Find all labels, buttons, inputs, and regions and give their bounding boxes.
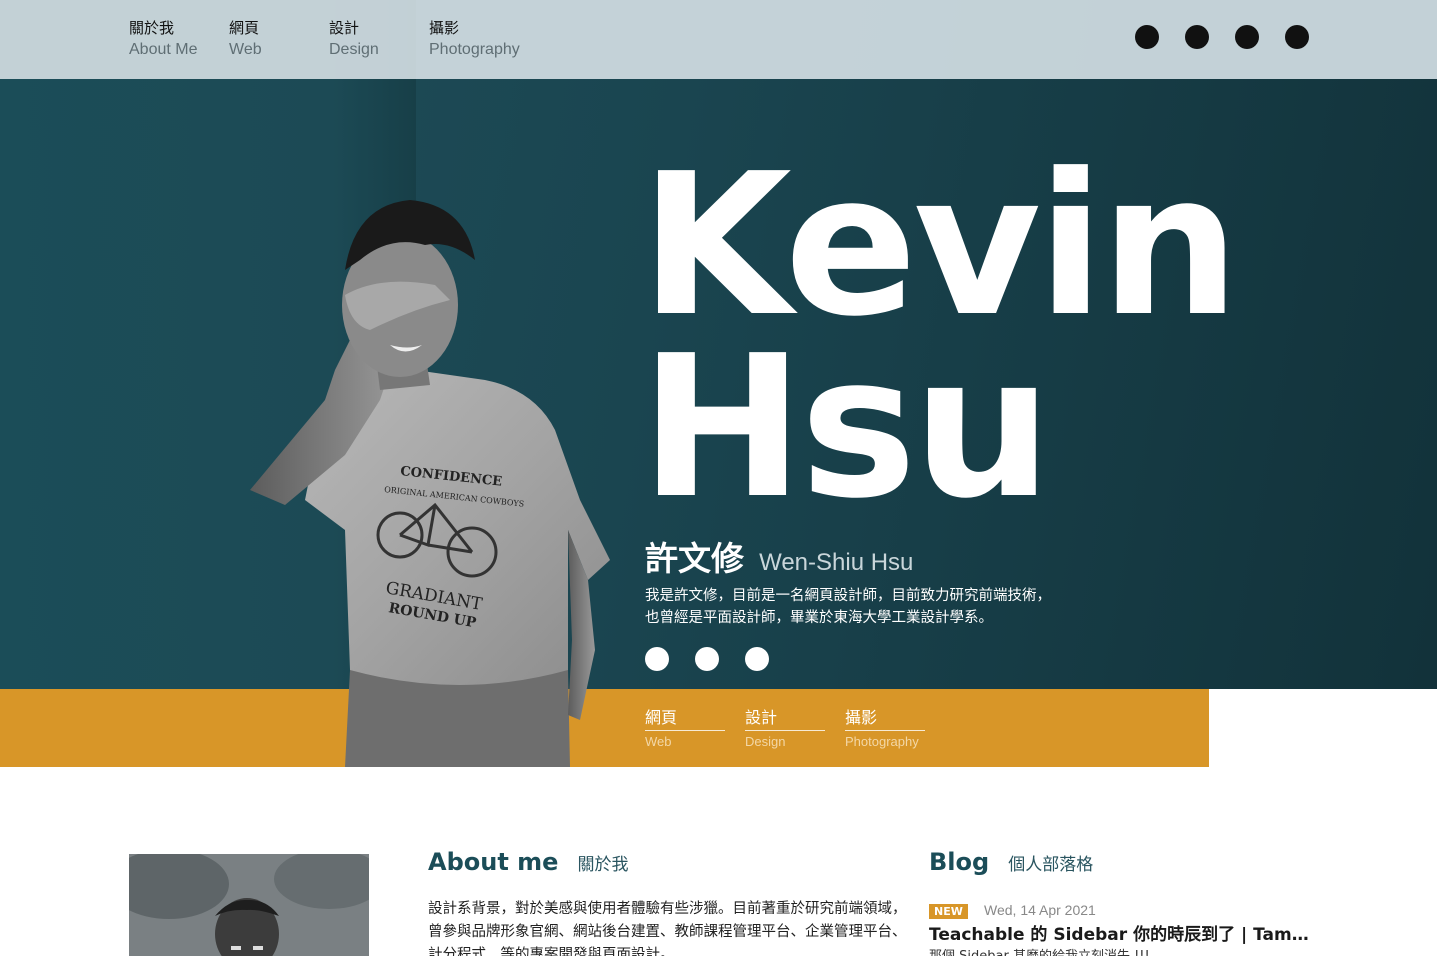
- blog-title-zh: 個人部落格: [1008, 855, 1094, 875]
- hero-intro-line2: 也曾經是平面設計師，畢業於東海大學工業設計學系。: [645, 610, 993, 626]
- hero-intro: 我是許文修，目前是一名網頁設計師，目前致力研究前端技術， 也曾經是平面設計師，畢…: [645, 585, 1115, 629]
- hero-name-last: Hsu: [640, 314, 1052, 542]
- blog-section-title[interactable]: Blog 個人部落格: [929, 848, 1093, 876]
- hero-subname: 許文修 Wen-Shiu Hsu: [645, 532, 913, 580]
- about-text: 設計系背景，對於美感與使用者體驗有些涉獵。目前著重於研究前端領域，曾參與品牌形象…: [428, 901, 907, 956]
- nav-item-web[interactable]: 網頁 Web: [229, 18, 329, 62]
- contact-icon-3[interactable]: [745, 647, 769, 671]
- blog-post-excerpt: 那個 Sidebar 甚麼的給我立刻消失 !!!: [929, 945, 1309, 956]
- band-link-label-en: Photography: [845, 734, 919, 749]
- band-link-design[interactable]: 設計 Design: [745, 708, 825, 751]
- nav-item-label-zh: 攝影: [429, 19, 460, 37]
- contact-icon-1[interactable]: [645, 647, 669, 671]
- nav-item-about[interactable]: 關於我 About Me: [129, 18, 229, 62]
- social-icon-2[interactable]: [1185, 25, 1209, 49]
- nav-item-photography[interactable]: 攝影 Photography: [429, 18, 529, 62]
- band-link-label-en: Design: [745, 734, 786, 749]
- hero-intro-line1: 我是許文修，目前是一名網頁設計師，目前致力研究前端技術，: [645, 588, 1051, 604]
- social-icon-4[interactable]: [1285, 25, 1309, 49]
- nav-item-label-en: Photography: [429, 41, 520, 58]
- social-icon-3[interactable]: [1235, 25, 1259, 49]
- band-link-label-zh: 設計: [745, 708, 825, 731]
- band-link-label-zh: 攝影: [845, 708, 925, 731]
- hero-name-en: Wen-Shiu Hsu: [759, 549, 914, 576]
- new-badge: NEW: [929, 904, 968, 919]
- about-title-zh: 關於我: [577, 855, 629, 875]
- portrait-photo: CONFIDENCE ORIGINAL AMERICAN COWBOYS GRA…: [250, 200, 610, 767]
- blog-post-title-link[interactable]: Teachable 的 Sidebar 你的時辰到了 | Tam...: [929, 920, 1309, 945]
- band-link-web[interactable]: 網頁 Web: [645, 708, 725, 751]
- band-link-label-zh: 網頁: [645, 708, 725, 731]
- band-link-label-en: Web: [645, 734, 672, 749]
- top-navigation: 關於我 About Me 網頁 Web 設計 Design 攝影 Photogr…: [0, 0, 1437, 79]
- nav-item-label-en: Web: [229, 41, 262, 58]
- band-link-photography[interactable]: 攝影 Photography: [845, 708, 925, 751]
- hero-name-zh: 許文修: [645, 539, 744, 578]
- about-title-en: About me: [428, 848, 559, 876]
- nav-item-label-en: About Me: [129, 41, 198, 58]
- nav-item-design[interactable]: 設計 Design: [329, 18, 429, 62]
- social-icon-1[interactable]: [1135, 25, 1159, 49]
- blog-title-en: Blog: [929, 848, 990, 876]
- nav-item-label-zh: 網頁: [229, 19, 260, 37]
- about-photo: [129, 854, 369, 956]
- nav-item-label-en: Design: [329, 41, 379, 58]
- post-date: Wed, 14 Apr 2021: [984, 902, 1096, 918]
- contact-icon-2[interactable]: [695, 647, 719, 671]
- nav-item-label-zh: 關於我: [129, 19, 175, 37]
- nav-item-label-zh: 設計: [329, 19, 360, 37]
- about-section-title: About me 關於我: [428, 848, 629, 876]
